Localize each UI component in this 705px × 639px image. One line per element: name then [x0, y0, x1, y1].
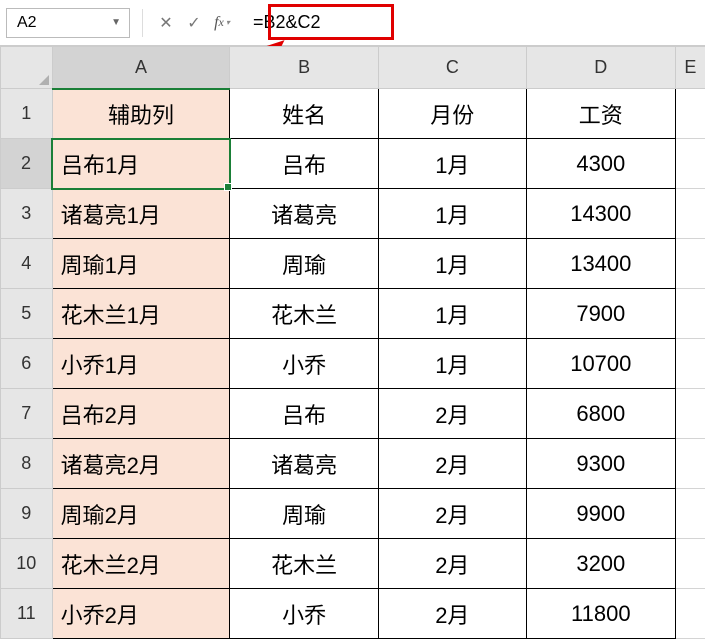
cell[interactable]: 周瑜1月 — [52, 239, 230, 289]
formula-text: =B2&C2 — [253, 12, 321, 33]
cell[interactable] — [675, 189, 705, 239]
cell[interactable] — [675, 289, 705, 339]
cell[interactable]: 姓名 — [230, 89, 378, 139]
row-header[interactable]: 11 — [1, 589, 53, 639]
cell[interactable]: 诸葛亮1月 — [52, 189, 230, 239]
cell[interactable]: 月份 — [378, 89, 526, 139]
cell[interactable] — [675, 439, 705, 489]
row-header[interactable]: 6 — [1, 339, 53, 389]
cell[interactable]: 1月 — [378, 339, 526, 389]
cell[interactable]: 小乔1月 — [52, 339, 230, 389]
col-header-B[interactable]: B — [230, 47, 378, 89]
cell[interactable] — [675, 589, 705, 639]
cell-selected[interactable]: 吕布1月 — [52, 139, 230, 189]
col-header-A[interactable]: A — [52, 47, 230, 89]
cell[interactable] — [675, 389, 705, 439]
row-header[interactable]: 10 — [1, 539, 53, 589]
cell[interactable]: 诸葛亮 — [230, 439, 378, 489]
cell[interactable] — [675, 239, 705, 289]
formula-bar: A2 ▼ ✕ ✓ fx▾ =B2&C2 — [0, 0, 705, 46]
cell[interactable]: 诸葛亮2月 — [52, 439, 230, 489]
cell[interactable]: 11800 — [526, 589, 675, 639]
cell[interactable]: 辅助列 — [52, 89, 230, 139]
row-header[interactable]: 4 — [1, 239, 53, 289]
cell[interactable]: 小乔 — [230, 589, 378, 639]
cell[interactable]: 6800 — [526, 389, 675, 439]
cell[interactable]: 小乔2月 — [52, 589, 230, 639]
cell[interactable]: 7900 — [526, 289, 675, 339]
select-all-corner[interactable] — [1, 47, 53, 89]
cell[interactable] — [675, 339, 705, 389]
cell[interactable]: 10700 — [526, 339, 675, 389]
cell[interactable]: 2月 — [378, 489, 526, 539]
fx-icon[interactable]: fx▾ — [211, 12, 233, 34]
row-header[interactable]: 7 — [1, 389, 53, 439]
cell[interactable]: 吕布2月 — [52, 389, 230, 439]
cell[interactable]: 14300 — [526, 189, 675, 239]
chevron-down-icon: ▼ — [111, 17, 121, 28]
cell[interactable]: 2月 — [378, 589, 526, 639]
row-header[interactable]: 1 — [1, 89, 53, 139]
col-header-D[interactable]: D — [526, 47, 675, 89]
cell[interactable]: 1月 — [378, 189, 526, 239]
cell[interactable]: 吕布 — [230, 389, 378, 439]
cell[interactable]: 周瑜 — [230, 489, 378, 539]
cell[interactable]: 2月 — [378, 439, 526, 489]
cell[interactable]: 吕布 — [230, 139, 378, 189]
cell[interactable] — [675, 139, 705, 189]
cell[interactable]: 2月 — [378, 389, 526, 439]
confirm-icon[interactable]: ✓ — [183, 12, 205, 34]
name-box[interactable]: A2 ▼ — [6, 8, 130, 38]
name-box-value: A2 — [17, 14, 37, 32]
cancel-icon[interactable]: ✕ — [155, 12, 177, 34]
cell[interactable]: 花木兰1月 — [52, 289, 230, 339]
cell[interactable]: 花木兰 — [230, 539, 378, 589]
cell[interactable] — [675, 89, 705, 139]
cell[interactable]: 花木兰 — [230, 289, 378, 339]
row-header[interactable]: 5 — [1, 289, 53, 339]
col-header-E[interactable]: E — [675, 47, 705, 89]
cell[interactable]: 周瑜2月 — [52, 489, 230, 539]
cell[interactable]: 9900 — [526, 489, 675, 539]
cell[interactable]: 1月 — [378, 289, 526, 339]
row-header[interactable]: 8 — [1, 439, 53, 489]
cell[interactable]: 诸葛亮 — [230, 189, 378, 239]
divider — [142, 9, 143, 37]
cell[interactable]: 周瑜 — [230, 239, 378, 289]
col-header-C[interactable]: C — [378, 47, 526, 89]
cell[interactable]: 2月 — [378, 539, 526, 589]
cell[interactable]: 1月 — [378, 239, 526, 289]
cell[interactable]: 小乔 — [230, 339, 378, 389]
row-header[interactable]: 3 — [1, 189, 53, 239]
row-header[interactable]: 9 — [1, 489, 53, 539]
formula-input[interactable]: =B2&C2 — [239, 8, 699, 38]
spreadsheet[interactable]: A B C D E 1 辅助列 姓名 月份 工资 2 吕布1月 吕布 1月 43… — [0, 46, 705, 639]
cell[interactable]: 9300 — [526, 439, 675, 489]
cell[interactable] — [675, 539, 705, 589]
row-header[interactable]: 2 — [1, 139, 53, 189]
cell[interactable]: 工资 — [526, 89, 675, 139]
cell[interactable]: 1月 — [378, 139, 526, 189]
cell[interactable]: 花木兰2月 — [52, 539, 230, 589]
cell[interactable]: 13400 — [526, 239, 675, 289]
cell[interactable]: 4300 — [526, 139, 675, 189]
cell[interactable] — [675, 489, 705, 539]
cell[interactable]: 3200 — [526, 539, 675, 589]
